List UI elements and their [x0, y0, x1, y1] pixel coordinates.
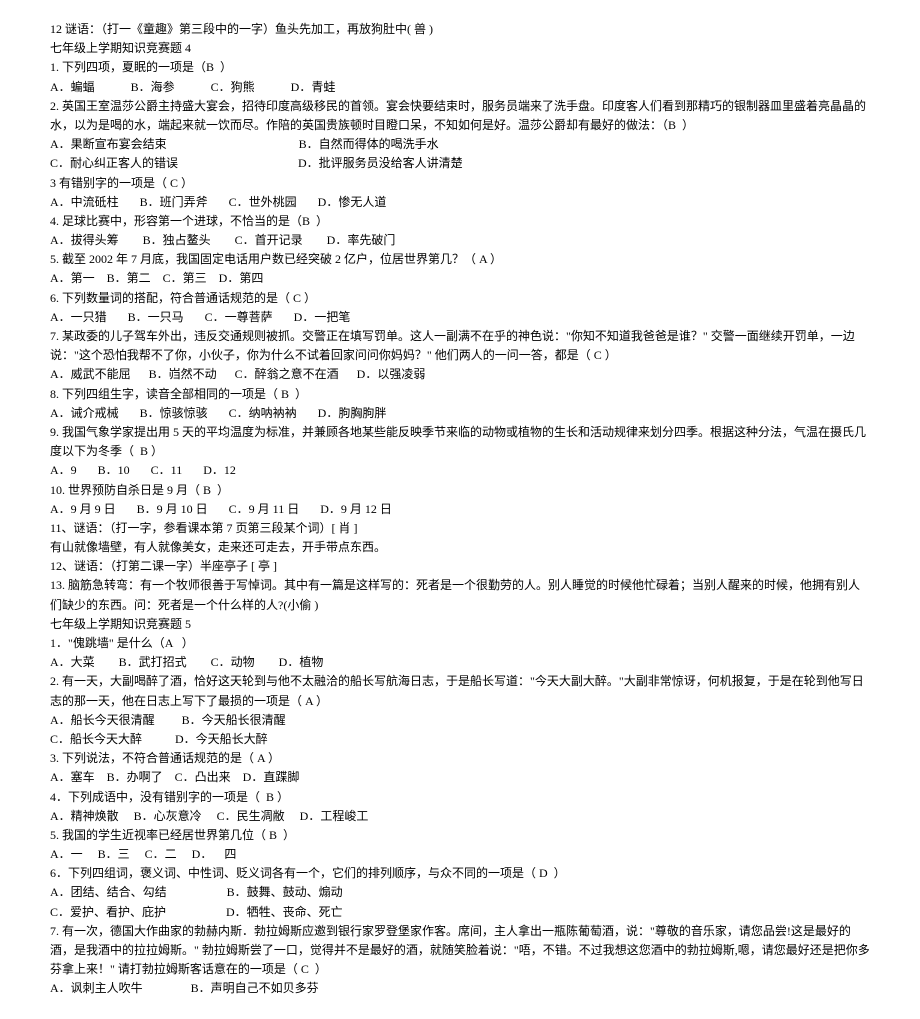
text-line: 2. 有一天，大副喝醉了酒，恰好这天轮到与他不太融洽的船长写航海日志，于是船长写… [50, 672, 870, 710]
text-line: 1. 下列四项，夏眠的一项是（B ） [50, 58, 870, 77]
text-line: A．精神焕散 B．心灰意冷 C．民生凋敝 D．工程峻工 [50, 807, 870, 826]
text-line: 12、谜语：（打第二课一字）半座亭子 [ 亭 ] [50, 557, 870, 576]
text-line: 3. 下列说法，不符合普通话规范的是（ A ） [50, 749, 870, 768]
text-line: 7. 有一次，德国大作曲家的勃赫内斯．勃拉姆斯应邀到银行家罗登堡家作客。席间，主… [50, 922, 870, 980]
text-line: 12 谜语：（打一《童趣》第三段中的一字）鱼头先加工，再放狗肚中( 兽 ) [50, 20, 870, 39]
text-line: C．爱护、看护、庇护 D．牺牲、丧命、死亡 [50, 903, 870, 922]
text-line: 1．"傀跳墙" 是什么（A ） [50, 634, 870, 653]
text-line: 七年级上学期知识竞赛题 4 [50, 39, 870, 58]
text-line: 6．下列四组词，褒义词、中性词、贬义词各有一个，它们的排列顺序，与众不同的一项是… [50, 864, 870, 883]
text-line: A．大菜 B．武打招式 C．动物 D．植物 [50, 653, 870, 672]
text-line: A．9 月 9 日 B．9 月 10 日 C．9 月 11 日 D．9 月 12… [50, 500, 870, 519]
text-line: 七年级上学期知识竞赛题 5 [50, 615, 870, 634]
text-line: 6. 下列数量词的搭配，符合普通话规范的是（ C ） [50, 289, 870, 308]
text-line: 5. 我国的学生近视率已经居世界第几位（ B ） [50, 826, 870, 845]
text-line: 9. 我国气象学家提出用 5 天的平均温度为标准，并兼顾各地某些能反映季节来临的… [50, 423, 870, 461]
text-line: 10. 世界预防自杀日是 9 月（ B ） [50, 481, 870, 500]
text-line: A．威武不能屈 B．岿然不动 C．醉翁之意不在酒 D．以强凌弱 [50, 365, 870, 384]
text-line: A．诫介戒械 B．惊骇惊骇 C．纳呐衲衲 D．朐胸朐胖 [50, 404, 870, 423]
text-line: A．第一 B．第二 C．第三 D．第四 [50, 269, 870, 288]
text-line: A．果断宣布宴会结束 B．自然而得体的喝洗手水 [50, 135, 870, 154]
text-line: A．蝙蝠 B．海参 C．狗熊 D．青蛙 [50, 78, 870, 97]
text-line: 有山就像墙壁，有人就像美女，走来还可走去，开手带点东西。 [50, 538, 870, 557]
text-line: 4. 足球比赛中，形容第一个进球，不恰当的是（B ） [50, 212, 870, 231]
text-line: A．讽刺主人吹牛 B．声明自己不如贝多芬 [50, 979, 870, 998]
text-line: A．一 B．三 C．二 D． 四 [50, 845, 870, 864]
text-line: A．团结、结合、勾结 B．鼓舞、鼓动、煽动 [50, 883, 870, 902]
text-line: A．一只猎 B．一只马 C．一尊菩萨 D．一把笔 [50, 308, 870, 327]
text-line: C．耐心纠正客人的错误 D．批评服务员没给客人讲清楚 [50, 154, 870, 173]
text-line: 2. 英国王室温莎公爵主持盛大宴会，招待印度高级移民的首领。宴会快要结束时，服务… [50, 97, 870, 135]
text-line: 7. 某政委的儿子驾车外出，违反交通规则被抓。交警正在填写罚单。这人一副满不在乎… [50, 327, 870, 365]
text-line: A．9 B．10 C．11 D．12 [50, 461, 870, 480]
text-line: 3 有错别字的一项是（ C ） [50, 174, 870, 193]
text-line: 4．下列成语中，没有错别字的一项是（ B ） [50, 788, 870, 807]
text-line: 11、谜语：（打一字，参看课本第 7 页第三段某个词）[ 肖 ] [50, 519, 870, 538]
text-line: A．船长今天很清醒 B．今天船长很清醒 [50, 711, 870, 730]
text-line: 5. 截至 2002 年 7 月底，我国固定电话用户数已经突破 2 亿户，位居世… [50, 250, 870, 269]
text-line: A．中流砥柱 B．班门弄斧 C．世外桃园 D．惨无人道 [50, 193, 870, 212]
text-line: A．塞车 B．办啊了 C．凸出来 D．直蹀脚 [50, 768, 870, 787]
text-line: A．拔得头筹 B．独占鳌头 C．首开记录 D．率先破门 [50, 231, 870, 250]
text-line: C．船长今天大醉 D．今天船长大醉 [50, 730, 870, 749]
text-line: 13. 脑筋急转弯：有一个牧师很善于写悼词。其中有一篇是这样写的：死者是一个很勤… [50, 576, 870, 614]
text-line: 8. 下列四组生字，读音全部相同的一项是（ B ） [50, 385, 870, 404]
